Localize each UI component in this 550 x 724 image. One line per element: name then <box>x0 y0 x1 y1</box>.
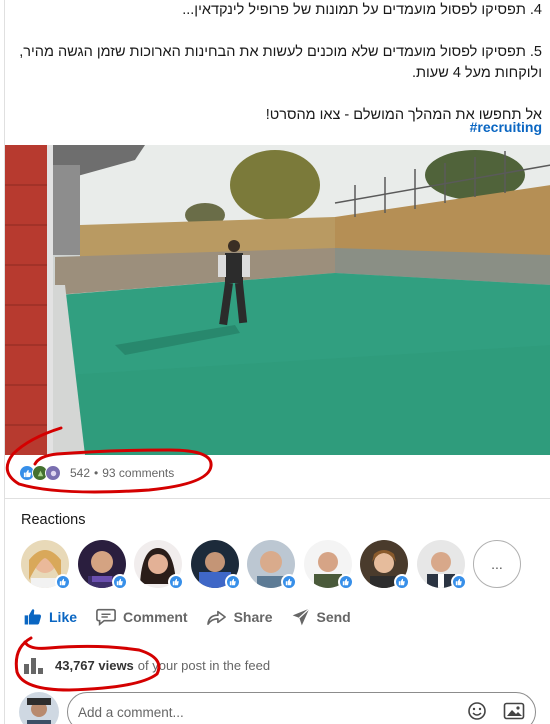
avatar[interactable] <box>21 540 71 590</box>
post-text-line-3: 5. תפסיקו לפסול מועמדים שלא מוכנים לעשות… <box>19 44 542 60</box>
comment-placeholder: Add a comment... <box>78 704 184 720</box>
like-button[interactable]: Like <box>23 607 77 627</box>
more-reactions-button[interactable]: ... <box>473 540 521 588</box>
share-arrow-icon <box>206 610 226 626</box>
like-badge-icon <box>281 574 297 590</box>
avatar[interactable] <box>247 540 297 590</box>
send-label: Send <box>316 609 351 625</box>
avatar[interactable] <box>416 540 467 590</box>
share-button[interactable]: Share <box>206 608 273 626</box>
like-badge-icon <box>337 574 354 590</box>
post-body-text: 4. תפסיקו לפסול מועמדים על תמונות של פרו… <box>13 0 542 126</box>
post-text-spacer <box>13 84 542 105</box>
avatar[interactable] <box>134 540 184 590</box>
like-badge-icon <box>168 574 184 590</box>
thumbs-up-icon <box>24 609 41 625</box>
hashtag-link[interactable]: #recruiting <box>470 119 542 135</box>
avatar[interactable] <box>303 540 354 590</box>
avatar[interactable] <box>360 540 410 590</box>
video-frame-image <box>5 145 550 455</box>
post-text-line-1: 4. תפסיקו לפסול מועמדים על תמונות של פרו… <box>182 2 542 18</box>
like-badge-icon <box>111 574 128 590</box>
reactions-heading: Reactions <box>21 512 86 528</box>
feed-post: 4. תפסיקו לפסול מועמדים על תמונות של פרו… <box>4 0 550 724</box>
current-user-avatar <box>19 692 59 724</box>
comment-button[interactable]: Comment <box>95 607 188 627</box>
post-text-line-4: ולוקחות מעל 4 שעות. <box>411 65 542 81</box>
reaction-icons <box>19 465 61 481</box>
image-icon[interactable] <box>503 701 525 724</box>
reactor-avatars: ... <box>21 540 521 590</box>
like-badge-icon <box>450 574 467 590</box>
bar-chart-icon <box>24 658 43 674</box>
post-views-analytics[interactable]: 43,767 views of your post in the feed <box>23 653 270 677</box>
post-text-line-6: אל תחפשו את המהלך המושלם - צאו מהסרט! <box>265 107 542 123</box>
like-badge-icon <box>55 574 71 590</box>
love-reaction-icon <box>45 465 61 481</box>
post-video[interactable] <box>5 145 550 455</box>
comment-icon <box>96 608 116 626</box>
like-badge-icon <box>394 574 410 590</box>
comments-count-link[interactable]: 93 comments <box>102 466 174 480</box>
send-paper-plane-icon <box>292 608 310 626</box>
views-suffix: of your post in the feed <box>137 657 271 673</box>
like-badge-icon <box>224 574 241 590</box>
post-actions-bar: Like Comment Share Send <box>23 603 369 631</box>
comment-composer: Add a comment... <box>19 692 536 724</box>
separator-dot: • <box>94 466 99 480</box>
social-counts[interactable]: 542 • 93 comments <box>19 463 174 483</box>
post-text-spacer <box>13 21 542 42</box>
comment-input[interactable]: Add a comment... <box>67 692 536 724</box>
share-label: Share <box>233 609 273 625</box>
send-button[interactable]: Send <box>291 607 351 627</box>
comment-label: Comment <box>123 609 188 625</box>
avatar[interactable] <box>77 540 128 590</box>
reaction-count[interactable]: 542 <box>70 466 90 480</box>
divider <box>5 498 550 499</box>
emoji-icon[interactable] <box>467 701 487 724</box>
like-label: Like <box>49 609 78 625</box>
avatar[interactable] <box>190 540 241 590</box>
views-count: 43,767 views <box>55 657 134 673</box>
